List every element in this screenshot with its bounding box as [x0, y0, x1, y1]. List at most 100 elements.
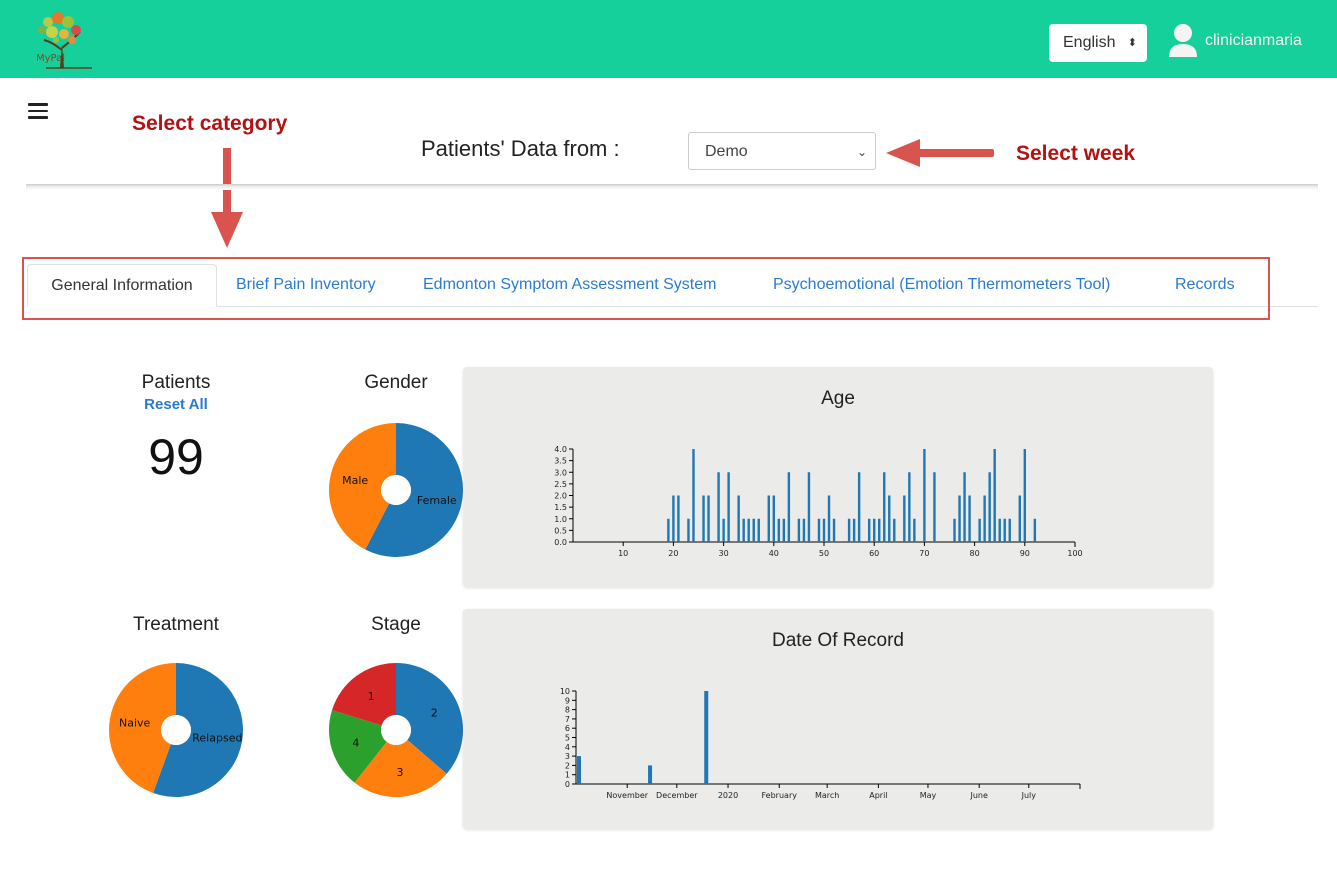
- header-divider: [26, 184, 1318, 190]
- age-bar[interactable]: [1003, 518, 1006, 542]
- age-bar[interactable]: [692, 449, 695, 542]
- menu-icon[interactable]: [28, 103, 48, 121]
- date-of-record-chart-panel: Date Of Record 0 1 2 3 4 5 6 7 8 9 10 November Decem…: [463, 609, 1213, 829]
- age-bar[interactable]: [677, 495, 680, 543]
- age-bar[interactable]: [797, 518, 801, 542]
- age-bar[interactable]: [672, 495, 675, 543]
- age-bar[interactable]: [998, 518, 1001, 542]
- date-record-bar[interactable]: [704, 691, 709, 784]
- y-tick-label: 1.5: [554, 503, 567, 512]
- week-select[interactable]: Demo ⌄: [688, 132, 876, 170]
- y-tick-label: 0.0: [554, 538, 567, 547]
- age-bar[interactable]: [1018, 495, 1021, 543]
- y-tick-label: 9: [565, 696, 570, 705]
- age-bar[interactable]: [933, 472, 936, 542]
- age-bar[interactable]: [993, 449, 996, 542]
- age-bar[interactable]: [687, 518, 690, 542]
- age-bar[interactable]: [777, 518, 781, 542]
- y-tick-label: 4.0: [554, 445, 567, 454]
- y-tick-label: 1: [565, 771, 570, 780]
- date-record-bar[interactable]: [577, 756, 581, 784]
- age-bar-chart[interactable]: 0.0 0.5 1.0 1.5 2.0 2.5 3.0 3.5 4.0 10 20 30 40 50 60 7…: [463, 367, 1213, 587]
- age-bar[interactable]: [737, 495, 740, 543]
- age-bar[interactable]: [883, 472, 886, 542]
- annotation-select-week: Select week: [1016, 142, 1136, 165]
- age-bar[interactable]: [988, 472, 991, 542]
- age-bar[interactable]: [667, 518, 670, 542]
- stage-chart-title: Stage: [371, 614, 421, 635]
- y-tick-label: 3: [565, 752, 570, 761]
- age-bar[interactable]: [822, 518, 826, 542]
- stage-pie-chart[interactable]: 2 3 4 1: [326, 660, 466, 800]
- age-bar[interactable]: [913, 518, 916, 542]
- age-bar[interactable]: [893, 518, 896, 542]
- age-bar[interactable]: [857, 472, 861, 542]
- y-tick-label: 6: [565, 724, 570, 733]
- date-of-record-bar-chart[interactable]: 012345678910 November December 2020 February…: [463, 609, 1213, 829]
- age-bar[interactable]: [878, 518, 881, 542]
- age-bar[interactable]: [963, 472, 966, 542]
- age-bar[interactable]: [787, 472, 791, 542]
- age-bar[interactable]: [802, 518, 806, 542]
- username-link[interactable]: clinicianmaria: [1205, 32, 1302, 50]
- age-bar[interactable]: [888, 495, 891, 543]
- age-bar[interactable]: [953, 518, 956, 542]
- age-bar[interactable]: [873, 518, 876, 542]
- x-tick-label: May: [920, 791, 937, 800]
- age-bar[interactable]: [978, 518, 981, 542]
- gender-pie-chart[interactable]: Female Male: [326, 420, 466, 560]
- user-icon[interactable]: [1168, 20, 1198, 60]
- gender-chart-title: Gender: [364, 372, 428, 393]
- age-bar[interactable]: [983, 495, 986, 543]
- age-bar[interactable]: [702, 495, 705, 543]
- age-bar[interactable]: [742, 518, 745, 542]
- age-bar[interactable]: [903, 495, 906, 543]
- updown-caret-icon: ⬍: [1127, 37, 1137, 49]
- age-bar[interactable]: [717, 472, 720, 542]
- age-bar[interactable]: [968, 495, 971, 543]
- reset-all-link[interactable]: Reset All: [136, 396, 216, 413]
- x-tick-label: November: [606, 791, 648, 800]
- age-bar[interactable]: [757, 518, 760, 542]
- age-bar[interactable]: [817, 518, 821, 542]
- x-tick-label: 30: [719, 549, 729, 558]
- y-tick-label: 2.0: [554, 492, 567, 501]
- x-tick-label: 50: [819, 549, 829, 558]
- age-bar[interactable]: [958, 495, 961, 543]
- age-bar[interactable]: [1033, 518, 1037, 542]
- x-tick-label: 80: [970, 549, 980, 558]
- pie-slice-label: Female: [417, 494, 457, 507]
- age-bar[interactable]: [772, 495, 775, 543]
- pie-slice-label: Naive: [119, 717, 151, 730]
- age-bar[interactable]: [1008, 518, 1011, 542]
- age-bar[interactable]: [847, 518, 851, 542]
- age-bar[interactable]: [923, 449, 926, 542]
- age-bar[interactable]: [908, 472, 911, 542]
- week-select-value: Demo: [705, 143, 748, 160]
- age-bar[interactable]: [707, 495, 710, 543]
- age-bar[interactable]: [727, 472, 730, 542]
- age-bar[interactable]: [807, 472, 811, 542]
- age-bar[interactable]: [867, 518, 871, 542]
- pie-slice-label: Male: [342, 474, 368, 487]
- pie-slice-label: Relapsed: [192, 731, 242, 744]
- y-tick-label: 4: [565, 743, 570, 752]
- date-record-bar[interactable]: [648, 765, 653, 784]
- age-bar[interactable]: [782, 518, 786, 542]
- x-tick-label: 20: [668, 549, 678, 558]
- y-tick-label: 2: [565, 761, 570, 770]
- age-bar[interactable]: [832, 518, 836, 542]
- y-tick-label: 3.0: [554, 468, 567, 477]
- language-select[interactable]: English ⬍: [1049, 24, 1147, 62]
- age-bar[interactable]: [852, 518, 856, 542]
- age-bar[interactable]: [827, 495, 831, 543]
- age-bar[interactable]: [1023, 449, 1026, 542]
- chevron-down-icon: ⌄: [856, 145, 867, 159]
- age-bar[interactable]: [722, 518, 725, 542]
- age-bar[interactable]: [747, 518, 750, 542]
- age-bar[interactable]: [767, 495, 770, 543]
- y-tick-label: 1.0: [554, 515, 567, 524]
- treatment-pie-chart[interactable]: Relapsed Naive: [106, 660, 246, 800]
- age-bar[interactable]: [752, 518, 755, 542]
- x-tick-label: March: [815, 791, 839, 800]
